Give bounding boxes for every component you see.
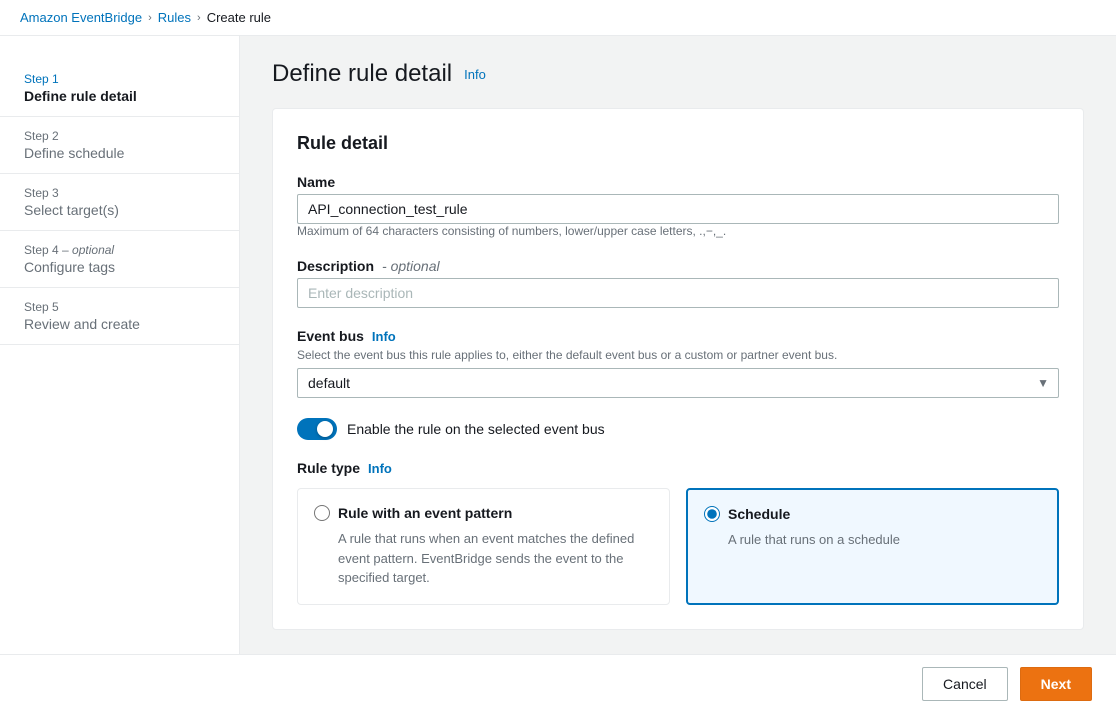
sidebar-step-3-number: Step 3 bbox=[24, 186, 215, 200]
radio-event-pattern-title: Rule with an event pattern bbox=[338, 505, 512, 521]
event-bus-form-group: Event bus Info Select the event bus this… bbox=[297, 328, 1059, 398]
sidebar-step-5-number: Step 5 bbox=[24, 300, 215, 314]
rule-type-options: Rule with an event pattern A rule that r… bbox=[297, 488, 1059, 605]
sidebar-step-5-name: Review and create bbox=[24, 316, 215, 332]
sidebar-step-2[interactable]: Step 2 Define schedule bbox=[0, 117, 239, 174]
radio-schedule[interactable] bbox=[704, 506, 720, 522]
breadcrumb-eventbridge[interactable]: Amazon EventBridge bbox=[20, 10, 142, 25]
rule-type-info-link[interactable]: Info bbox=[368, 461, 392, 476]
name-input[interactable] bbox=[297, 194, 1059, 224]
sidebar-step-2-name: Define schedule bbox=[24, 145, 215, 161]
sidebar-step-5[interactable]: Step 5 Review and create bbox=[0, 288, 239, 345]
sidebar-step-3[interactable]: Step 3 Select target(s) bbox=[0, 174, 239, 231]
breadcrumb-chevron-1: › bbox=[148, 12, 152, 24]
sidebar-step-4[interactable]: Step 4 – optional Configure tags bbox=[0, 231, 239, 288]
sidebar-step-1-number: Step 1 bbox=[24, 72, 215, 86]
sidebar-step-3-name: Select target(s) bbox=[24, 202, 215, 218]
radio-card-schedule-header: Schedule bbox=[704, 506, 1041, 522]
event-bus-hint: Select the event bus this rule applies t… bbox=[297, 348, 1059, 362]
event-bus-info-link[interactable]: Info bbox=[372, 329, 396, 344]
sidebar-step-2-number: Step 2 bbox=[24, 129, 215, 143]
cancel-button[interactable]: Cancel bbox=[922, 667, 1008, 701]
enable-toggle-row: Enable the rule on the selected event bu… bbox=[297, 418, 1059, 440]
description-form-group: Description - optional bbox=[297, 258, 1059, 308]
next-button[interactable]: Next bbox=[1020, 667, 1092, 701]
content-area: Define rule detail Info Rule detail Name… bbox=[240, 36, 1116, 654]
name-hint: Maximum of 64 characters consisting of n… bbox=[297, 224, 1059, 238]
event-bus-label: Event bus Info bbox=[297, 328, 1059, 344]
name-form-group: Name Maximum of 64 characters consisting… bbox=[297, 174, 1059, 238]
radio-event-pattern-desc: A rule that runs when an event matches t… bbox=[338, 529, 653, 588]
sidebar-step-1[interactable]: Step 1 Define rule detail bbox=[0, 60, 239, 117]
breadcrumb-current: Create rule bbox=[207, 10, 271, 25]
sidebar-step-4-number: Step 4 – optional bbox=[24, 243, 215, 257]
radio-schedule-desc: A rule that runs on a schedule bbox=[728, 530, 1041, 550]
page-title-row: Define rule detail Info bbox=[272, 60, 1084, 88]
rule-type-section: Rule type Info Rule with an event patter… bbox=[297, 460, 1059, 605]
event-bus-select-wrapper: default custom ▼ bbox=[297, 368, 1059, 398]
breadcrumb-chevron-2: › bbox=[197, 12, 201, 24]
rule-type-label: Rule type Info bbox=[297, 460, 1059, 476]
sidebar: Step 1 Define rule detail Step 2 Define … bbox=[0, 36, 240, 654]
rule-detail-card: Rule detail Name Maximum of 64 character… bbox=[272, 108, 1084, 630]
card-title: Rule detail bbox=[297, 133, 1059, 154]
name-label: Name bbox=[297, 174, 1059, 190]
breadcrumb: Amazon EventBridge › Rules › Create rule bbox=[0, 0, 1116, 36]
sidebar-step-4-name: Configure tags bbox=[24, 259, 215, 275]
event-bus-select[interactable]: default custom bbox=[297, 368, 1059, 398]
page-title: Define rule detail bbox=[272, 60, 452, 88]
page-info-link[interactable]: Info bbox=[464, 67, 486, 82]
radio-schedule-title: Schedule bbox=[728, 506, 790, 522]
description-optional: - optional bbox=[382, 258, 440, 274]
radio-card-event-pattern-header: Rule with an event pattern bbox=[314, 505, 653, 521]
enable-toggle-label: Enable the rule on the selected event bu… bbox=[347, 421, 605, 437]
breadcrumb-rules[interactable]: Rules bbox=[158, 10, 191, 25]
footer: Cancel Next bbox=[0, 654, 1116, 713]
description-label: Description - optional bbox=[297, 258, 1059, 274]
description-input[interactable] bbox=[297, 278, 1059, 308]
radio-event-pattern[interactable] bbox=[314, 505, 330, 521]
sidebar-step-1-name: Define rule detail bbox=[24, 88, 215, 104]
radio-card-event-pattern[interactable]: Rule with an event pattern A rule that r… bbox=[297, 488, 670, 605]
enable-toggle[interactable] bbox=[297, 418, 337, 440]
radio-card-schedule[interactable]: Schedule A rule that runs on a schedule bbox=[686, 488, 1059, 605]
